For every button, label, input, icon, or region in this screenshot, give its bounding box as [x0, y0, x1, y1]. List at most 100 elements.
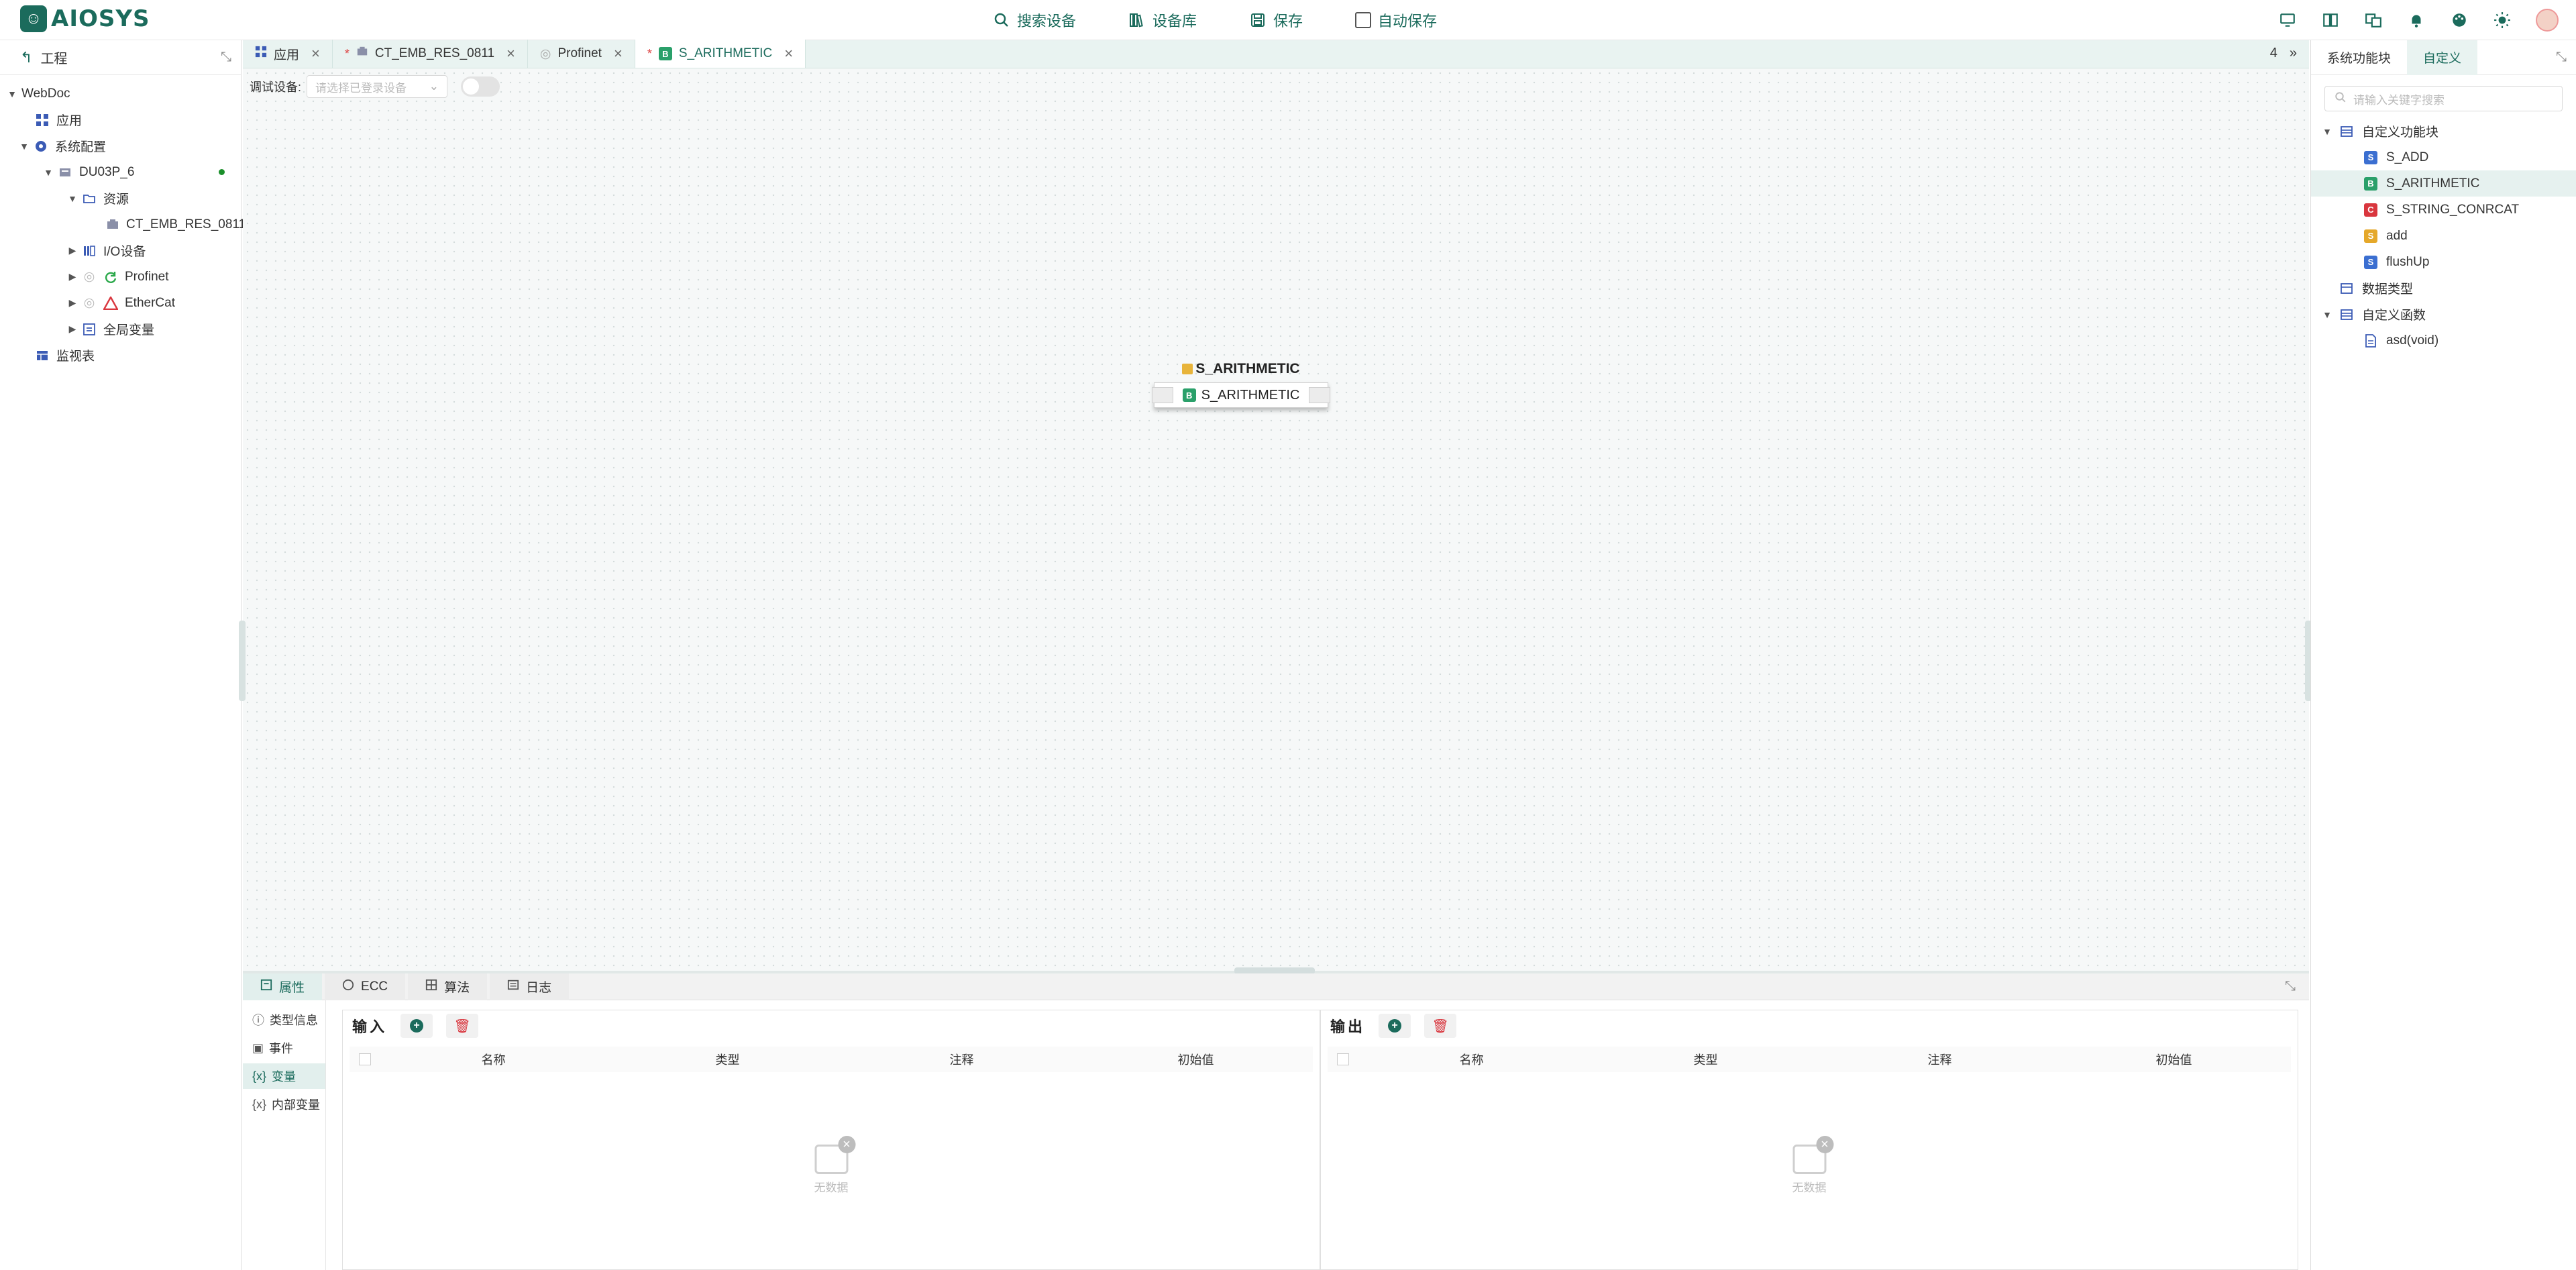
left-resize-handle[interactable] — [239, 621, 246, 701]
outputs-empty-state: 无数据 — [1792, 1136, 1833, 1195]
tab-algorithm[interactable]: 算法 — [408, 973, 488, 1000]
tab-label: 应用 — [274, 48, 300, 62]
resource-icon — [356, 46, 368, 62]
caret-down-icon[interactable]: ▼ — [2322, 126, 2332, 137]
output-port[interactable] — [1309, 387, 1330, 403]
delete-output-button[interactable]: 🗑 — [1424, 1014, 1457, 1038]
bell-icon[interactable] — [2407, 11, 2426, 30]
library-tree: ▼ 自定义功能块 S S_ADD B S_ARITHMETIC C S_STRI… — [2311, 118, 2576, 354]
sun-icon[interactable] — [2493, 11, 2512, 30]
tab-label: S_ARITHMETIC — [678, 46, 773, 60]
tree-item-sysconfig[interactable]: ▼ 系统配置 — [0, 133, 241, 159]
side-item-variables[interactable]: {x} 变量 — [243, 1063, 325, 1089]
user-avatar[interactable] — [2536, 9, 2559, 32]
add-input-button[interactable]: + — [400, 1014, 433, 1038]
chevron-double-right-icon[interactable]: » — [2290, 46, 2297, 61]
library-item-s-arithmetic[interactable]: B S_ARITHMETIC — [2311, 170, 2576, 197]
close-icon[interactable]: × — [311, 45, 320, 62]
tab-system-fb[interactable]: 系统功能块 — [2311, 40, 2407, 75]
library-search-input[interactable]: 请输入关键字搜索 — [2324, 86, 2563, 111]
library-item-add[interactable]: S add — [2311, 223, 2576, 249]
tab-count: 4 — [2269, 46, 2277, 60]
tab-app[interactable]: 应用 × — [243, 40, 333, 68]
caret-down-icon[interactable]: ▼ — [7, 89, 17, 99]
caret-down-icon[interactable]: ▼ — [19, 141, 30, 152]
tab-log[interactable]: 日志 — [490, 973, 570, 1000]
tree-group-custom-funcs[interactable]: ▼ 自定义函数 — [2311, 301, 2576, 327]
palette-icon[interactable] — [2450, 11, 2469, 30]
library-item-s-string-conrcat[interactable]: C S_STRING_CONRCAT — [2311, 197, 2576, 223]
caret-right-icon[interactable]: ▶ — [67, 271, 78, 282]
tree-item-webdoc[interactable]: ▼ WebDoc — [0, 81, 241, 107]
caret-right-icon[interactable]: ▶ — [67, 297, 78, 309]
back-icon[interactable]: ↰ — [20, 49, 32, 66]
caret-down-icon[interactable]: ▼ — [2322, 309, 2332, 320]
top-right-icons — [2278, 0, 2559, 40]
editor-canvas[interactable]: 调试设备: 请选择已登录设备 ⌄ S_ARITHMETIC B S_ARITHM… — [243, 68, 2309, 971]
device-library-button[interactable]: 设备库 — [1128, 9, 1197, 31]
tree-item-io[interactable]: ▶ I/O设备 — [0, 237, 241, 264]
book-icon[interactable] — [2321, 11, 2340, 30]
tab-properties[interactable]: 属性 — [243, 973, 323, 1000]
collapse-icon[interactable]: ⤡ — [221, 50, 231, 65]
function-block-body[interactable]: B S_ARITHMETIC — [1152, 382, 1330, 408]
collapse-icon[interactable]: ⤡ — [2556, 50, 2567, 65]
search-devices-button[interactable]: 搜索设备 — [993, 9, 1076, 31]
caret-down-icon[interactable]: ▼ — [67, 193, 78, 204]
tree-item-app[interactable]: 应用 — [0, 107, 241, 133]
function-block[interactable]: S_ARITHMETIC B S_ARITHMETIC — [1152, 361, 1330, 408]
function-file-icon — [2363, 333, 2378, 348]
plus-icon: + — [410, 1019, 424, 1033]
select-all-checkbox[interactable] — [1337, 1053, 1349, 1065]
side-item-events[interactable]: ▣ 事件 — [243, 1035, 325, 1061]
device-icon — [58, 165, 72, 180]
delete-input-button[interactable]: 🗑 — [446, 1014, 479, 1038]
outputs-section: 输出 + 🗑 名称 类型 注释 初始值 无数据 — [1320, 1010, 2298, 1270]
tab-resource[interactable]: * CT_EMB_RES_0811 × — [333, 40, 528, 68]
tab-s-arithmetic[interactable]: * B S_ARITHMETIC × — [635, 40, 806, 68]
search-devices-label: 搜索设备 — [1017, 13, 1077, 30]
translate-icon[interactable] — [2364, 11, 2383, 30]
debug-device-placeholder: 请选择已登录设备 — [315, 81, 407, 95]
debug-device-select[interactable]: 请选择已登录设备 ⌄ — [307, 75, 448, 98]
tree-group-datatypes[interactable]: 数据类型 — [2311, 275, 2576, 301]
caret-right-icon[interactable]: ▶ — [67, 323, 78, 335]
collapse-icon[interactable]: ⤡ — [2285, 979, 2296, 994]
save-button[interactable]: 保存 — [1249, 9, 1303, 31]
add-output-button[interactable]: + — [1379, 1014, 1411, 1038]
tree-group-custom-fb[interactable]: ▼ 自定义功能块 — [2311, 118, 2576, 144]
tree-item-globals[interactable]: ▶ 全局变量 — [0, 316, 241, 342]
side-item-internal-vars[interactable]: {x} 内部变量 — [243, 1092, 325, 1117]
tree-label: flushUp — [2386, 254, 2430, 269]
watch-table-icon — [35, 348, 50, 363]
caret-down-icon[interactable]: ▼ — [43, 167, 54, 178]
close-icon[interactable]: × — [784, 45, 793, 62]
library-item-s-add[interactable]: S S_ADD — [2311, 144, 2576, 170]
tab-ecc[interactable]: ECC — [325, 973, 406, 1000]
search-icon — [993, 11, 1010, 29]
tree-item-watch[interactable]: 监视表 — [0, 342, 241, 368]
side-item-type-info[interactable]: ⓘ 类型信息 — [243, 1007, 325, 1033]
tab-custom[interactable]: 自定义 — [2407, 40, 2478, 75]
tree-item-device[interactable]: ▼ DU03P_6 — [0, 159, 241, 185]
tree-item-profinet[interactable]: ▶ ◎ Profinet — [0, 264, 241, 290]
close-icon[interactable]: × — [614, 45, 623, 62]
input-port[interactable] — [1152, 387, 1173, 403]
library-item-flushup[interactable]: S flushUp — [2311, 249, 2576, 275]
tab-profinet[interactable]: ◎ Profinet × — [528, 40, 635, 68]
tree-label: EtherCat — [125, 295, 175, 310]
autosave-checkbox[interactable] — [1355, 12, 1372, 28]
library-item-asd[interactable]: asd(void) — [2311, 327, 2576, 354]
monitor-icon[interactable] — [2278, 11, 2297, 30]
basic-fb-icon: B — [1182, 388, 1196, 402]
properties-icon — [260, 979, 272, 995]
tree-item-resources[interactable]: ▼ 资源 — [0, 185, 241, 211]
debug-toggle[interactable] — [461, 76, 500, 97]
autosave-toggle[interactable]: 自动保存 — [1355, 9, 1437, 31]
select-all-checkbox[interactable] — [359, 1053, 371, 1065]
library-tabs: 系统功能块 自定义 ⤡ — [2311, 40, 2576, 75]
caret-right-icon[interactable]: ▶ — [67, 245, 78, 256]
tree-item-resource[interactable]: CT_EMB_RES_0811 — [0, 211, 246, 237]
tree-item-ethercat[interactable]: ▶ ◎ EtherCat — [0, 290, 241, 316]
close-icon[interactable]: × — [506, 45, 515, 62]
